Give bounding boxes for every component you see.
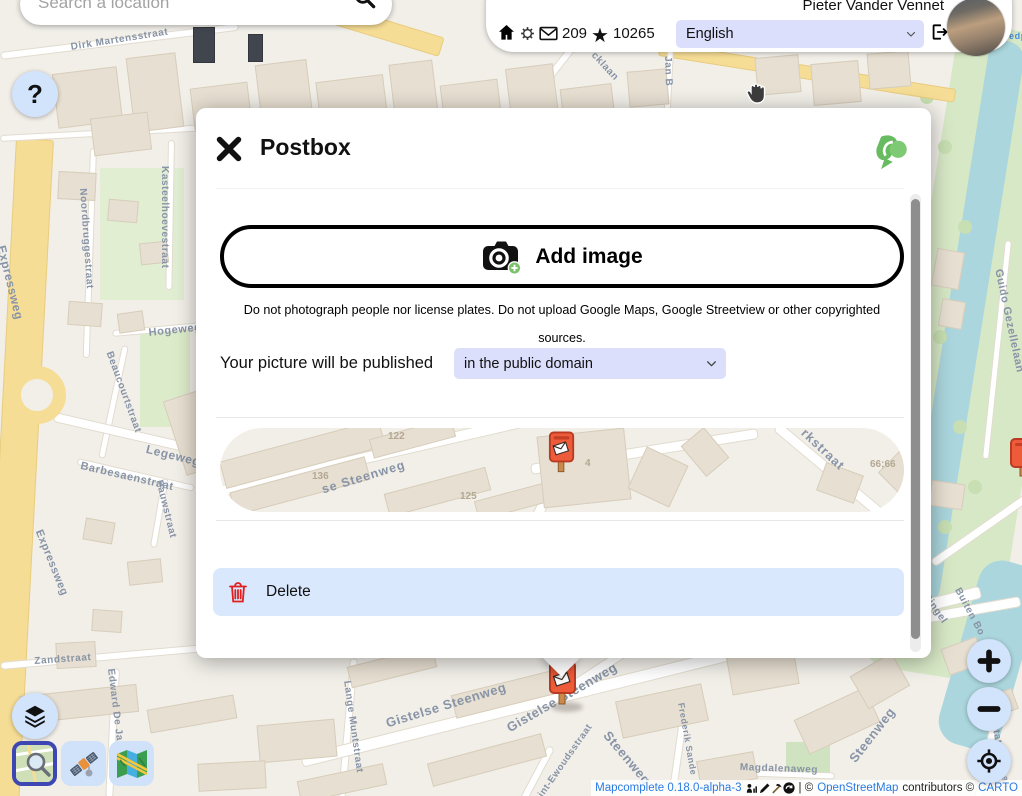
chevron-down-icon bbox=[705, 357, 726, 370]
camera-plus-icon bbox=[481, 239, 521, 275]
search-icon[interactable] bbox=[352, 0, 378, 11]
street-label: int-Ewoudsstraat bbox=[536, 722, 595, 796]
carto-link[interactable]: CARTO bbox=[978, 782, 1018, 794]
star-icon: ★ bbox=[591, 23, 609, 48]
minimap-postbox-marker bbox=[548, 431, 576, 475]
messages-count: 209 bbox=[562, 25, 587, 42]
house-number: 122 bbox=[388, 431, 405, 442]
house-number: 4 bbox=[585, 458, 591, 469]
contributor-stats-icon bbox=[746, 783, 758, 794]
search-box bbox=[20, 0, 392, 25]
mapcomplete-version-link[interactable]: Mapcomplete 0.18.0-alpha-3 bbox=[595, 782, 741, 794]
street-label: Noordbruggestraat bbox=[77, 188, 95, 289]
username: Pieter Vander Vennet bbox=[744, 0, 944, 14]
help-button[interactable]: ? bbox=[12, 71, 58, 117]
street-label: Jan B bbox=[662, 56, 674, 87]
street-label: Beaucourtstraat bbox=[104, 350, 144, 434]
layers-icon bbox=[22, 703, 48, 729]
pickaxe-icon bbox=[771, 783, 782, 794]
postbox-marker-partial[interactable] bbox=[1010, 438, 1022, 478]
add-image-label: Add image bbox=[535, 245, 642, 269]
style-button-satellite[interactable] bbox=[61, 741, 106, 786]
hand-cursor bbox=[742, 78, 772, 113]
changesets-count: 10265 bbox=[613, 25, 655, 42]
pencil-icon bbox=[759, 783, 770, 794]
locate-button[interactable] bbox=[967, 739, 1011, 783]
dialog-title: Postbox bbox=[260, 134, 351, 161]
street-label: Guido Gezellelaan bbox=[992, 268, 1022, 374]
home-icon[interactable] bbox=[497, 23, 516, 42]
street-label: Expressweg bbox=[0, 244, 26, 321]
mapcomplete-logo-icon bbox=[873, 134, 909, 170]
street-label: edp bbox=[1009, 31, 1022, 41]
street-label: Gistelse Steenweg bbox=[384, 679, 508, 730]
license-selected-value: in the public domain bbox=[454, 356, 705, 372]
gear-icon[interactable] bbox=[519, 25, 536, 42]
plus-icon bbox=[976, 648, 1002, 674]
house-number: 66;66 bbox=[870, 459, 896, 470]
street-label: Kasteelhoevestraat bbox=[159, 166, 170, 269]
avatar[interactable] bbox=[947, 0, 1005, 56]
osm-link[interactable]: OpenStreetMap bbox=[817, 782, 898, 794]
street-label: se Steenweg bbox=[320, 458, 407, 497]
circle-arrow-icon bbox=[783, 782, 795, 794]
close-icon[interactable] bbox=[214, 134, 244, 164]
layers-button[interactable] bbox=[12, 693, 58, 739]
delete-button[interactable]: Delete bbox=[213, 568, 904, 616]
attribution-bar: Mapcomplete 0.18.0-alpha-3 | © OpenStree… bbox=[591, 780, 1022, 796]
style-button-osm[interactable] bbox=[12, 741, 57, 786]
street-label: Dirk Martensstraat bbox=[70, 27, 169, 53]
delete-label: Delete bbox=[266, 583, 311, 601]
street-label: cklaan bbox=[589, 50, 621, 83]
street-label: Lange Muntstraat bbox=[341, 680, 365, 774]
trash-icon bbox=[228, 581, 248, 604]
logout-icon[interactable] bbox=[929, 22, 949, 42]
street-label: Magdalenaweg bbox=[740, 762, 819, 776]
street-label: Zandstraat bbox=[34, 652, 92, 667]
style-button-map[interactable] bbox=[109, 741, 154, 786]
license-select[interactable]: in the public domain bbox=[454, 348, 726, 379]
minus-icon bbox=[976, 696, 1002, 722]
messages-icon[interactable] bbox=[539, 26, 558, 41]
street-label: Steenweg bbox=[601, 728, 655, 788]
street-label: Buiten Bo bbox=[952, 586, 986, 638]
house-number: 125 bbox=[460, 491, 477, 502]
street-label: Legeweg bbox=[145, 442, 202, 469]
street-label: Expressweg bbox=[33, 528, 70, 598]
add-image-button[interactable]: Add image bbox=[220, 225, 904, 288]
zoom-out-button[interactable] bbox=[967, 687, 1011, 731]
folded-map-icon bbox=[114, 746, 150, 782]
app-root: Dirk Martensstraat Noordbruggestraat Kaste… bbox=[0, 0, 1022, 796]
street-label: Hogeweg bbox=[148, 321, 202, 338]
street-label: Steenweg bbox=[846, 704, 898, 765]
satellite-icon bbox=[67, 747, 101, 781]
street-label: Pauwstraat bbox=[153, 479, 178, 539]
attribution-icons bbox=[746, 782, 795, 794]
dialog-scrollbar[interactable] bbox=[910, 194, 921, 652]
street-label: Frederik Sande bbox=[676, 702, 699, 776]
chevron-down-icon bbox=[905, 28, 924, 40]
street-label: rkstraat bbox=[798, 428, 847, 473]
language-select[interactable]: English bbox=[676, 20, 924, 48]
image-disclaimer: Do not photograph people nor license pla… bbox=[224, 296, 900, 352]
attribution-contributors: contributors © bbox=[902, 782, 974, 794]
license-label: Your picture will be published bbox=[220, 354, 433, 373]
osm-map-magnifier-icon bbox=[16, 745, 53, 782]
language-selected-value: English bbox=[676, 26, 905, 42]
search-input[interactable] bbox=[38, 0, 348, 20]
zoom-in-button[interactable] bbox=[967, 639, 1011, 683]
postbox-dialog: Postbox Add image bbox=[196, 108, 931, 658]
crosshair-icon bbox=[975, 747, 1003, 775]
scrollbar-thumb[interactable] bbox=[911, 199, 920, 639]
dialog-minimap[interactable]: se Steenwegrkstraat122136125466;66 bbox=[220, 428, 904, 512]
attribution-separator: | © bbox=[799, 782, 814, 794]
